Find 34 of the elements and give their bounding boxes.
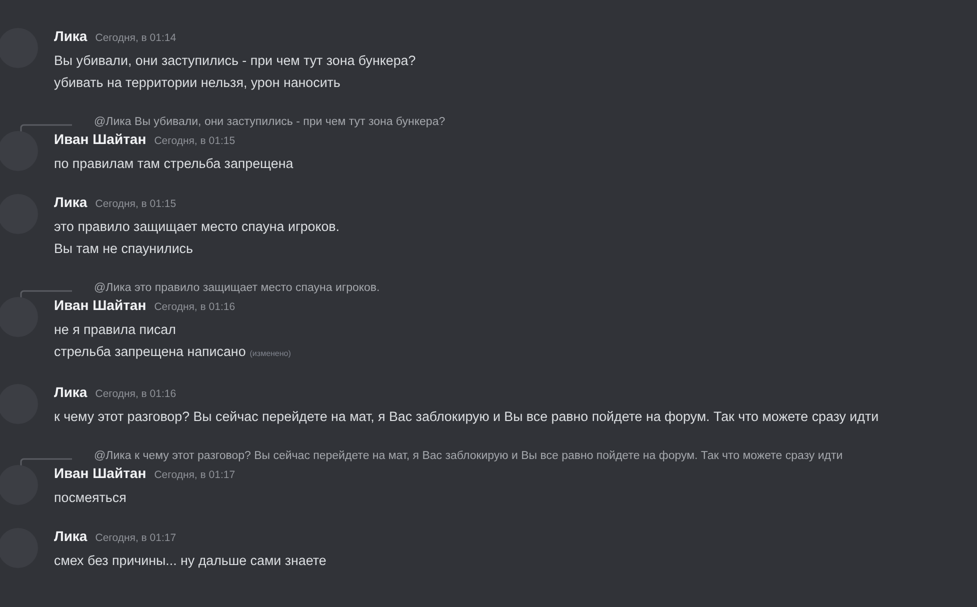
reply-preview[interactable]: @Лика к чему этот разговор? Вы сейчас перейдете на мат, я Вас заблокирую и Вы все равно пойдете на форум. Так что можете сразу идти	[94, 450, 843, 462]
timestamp: Сегодня, в 01:17	[154, 469, 236, 481]
message-text: к чему этот разговор? Вы сейчас перейдете на мат, я Вас заблокирую и Вы все равно пойдете на форум. Так что можете сразу идти	[54, 409, 879, 424]
avatar[interactable]	[0, 131, 38, 171]
avatar[interactable]	[0, 297, 38, 337]
author-name[interactable]: Лика	[54, 528, 88, 544]
message-text: не я правила писал	[54, 322, 176, 337]
author-name[interactable]: Иван Шайтан	[54, 131, 146, 147]
timestamp: Сегодня, в 01:16	[154, 301, 236, 313]
reply-connector	[20, 458, 72, 467]
message-text: убивать на территории нельзя, урон наносить	[54, 75, 340, 90]
message-text: стрельба запрещена написано	[54, 344, 246, 359]
message-text: посмеяться	[54, 490, 126, 505]
message-text: Вы убивали, они заступились - при чем тут зона бункера?	[54, 53, 416, 68]
author-name[interactable]: Лика	[54, 194, 88, 210]
reply-connector	[20, 290, 72, 299]
avatar[interactable]	[0, 465, 38, 505]
reply-preview[interactable]: @Лика Вы убивали, они заступились - при чем тут зона бункера?	[94, 116, 446, 128]
author-name[interactable]: Лика	[54, 28, 88, 44]
timestamp: Сегодня, в 01:17	[95, 532, 176, 544]
message-text: это правило защищает место спауна игроков.	[54, 219, 340, 234]
edited-label: (изменено)	[250, 349, 291, 358]
message-text: Вы там не спаунились	[54, 241, 193, 256]
timestamp: Сегодня, в 01:16	[95, 388, 176, 400]
timestamp: Сегодня, в 01:15	[95, 198, 176, 210]
author-name[interactable]: Иван Шайтан	[54, 297, 146, 313]
timestamp: Сегодня, в 01:14	[95, 32, 176, 44]
message-text: по правилам там стрельба запрещена	[54, 156, 294, 171]
message-text: смех без причины... ну дальше сами знаете	[54, 553, 326, 568]
author-name[interactable]: Лика	[54, 384, 88, 400]
reply-preview[interactable]: @Лика это правило защищает место спауна игроков.	[94, 282, 380, 294]
author-name[interactable]: Иван Шайтан	[54, 465, 146, 481]
timestamp: Сегодня, в 01:15	[154, 135, 236, 147]
reply-connector	[20, 124, 72, 133]
